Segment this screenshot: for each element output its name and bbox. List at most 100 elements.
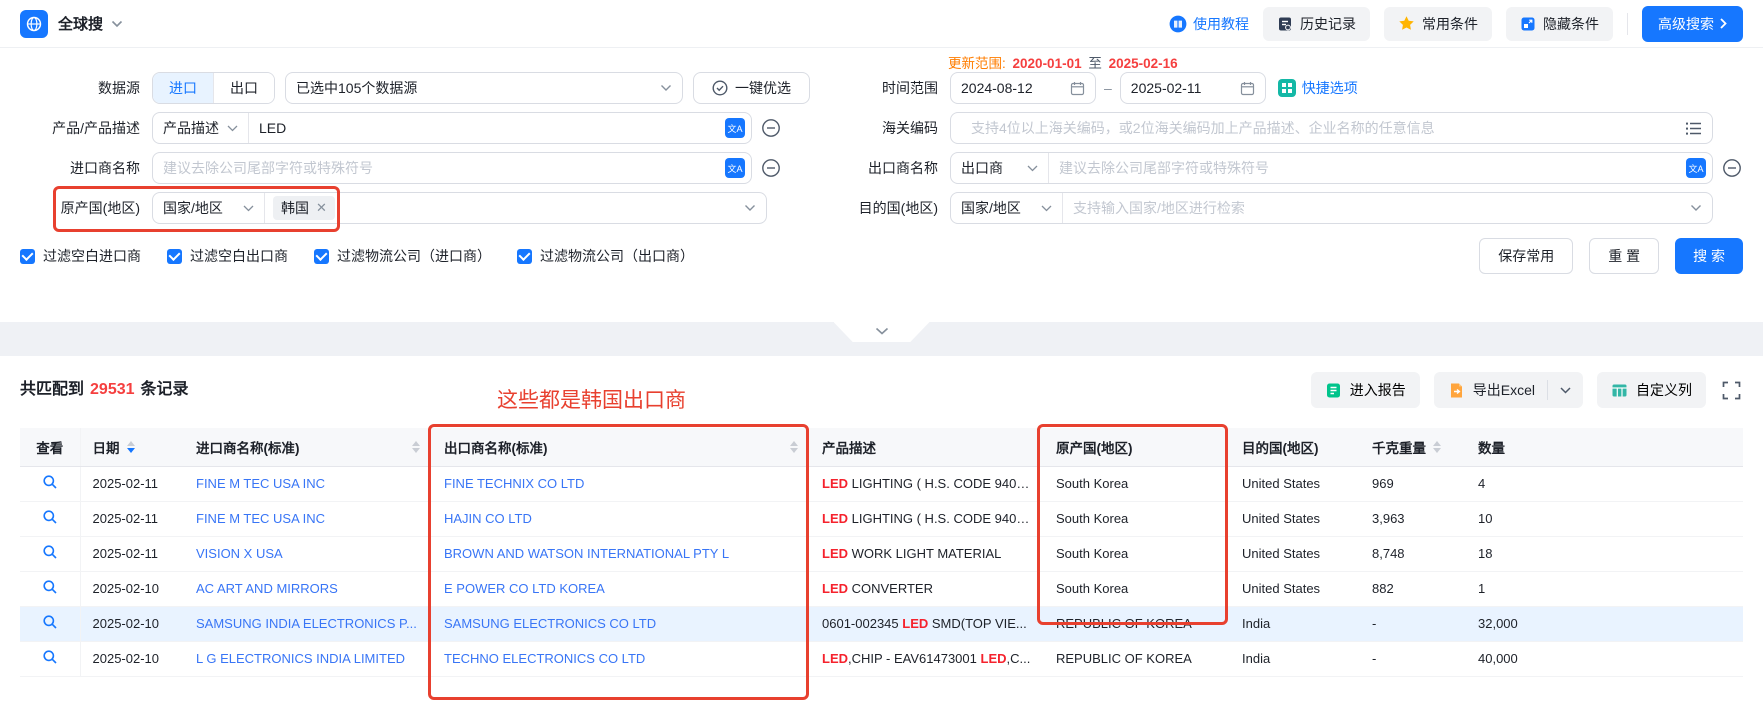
enter-report-button[interactable]: 进入报告 [1311,372,1420,408]
app-switch-chevron-down-icon[interactable] [111,20,123,28]
date-cell: 2025-02-11 [80,501,184,536]
advanced-search-button[interactable]: 高级搜索 [1642,6,1743,42]
chevron-down-icon [660,84,672,92]
form-actions: 保存常用 重 置 搜 索 [1479,238,1743,274]
view-record-button[interactable] [42,509,58,525]
tab-export[interactable]: 出口 [214,73,274,103]
customize-columns-button[interactable]: 自定义列 [1597,372,1706,408]
table-row: 2025-02-11VISION X USABROWN AND WATSON I… [20,536,1743,571]
chevron-down-icon [243,205,254,212]
hide-conditions-button[interactable]: 隐藏条件 [1506,7,1613,41]
exporter-link[interactable]: FINE TECHNIX CO LTD [444,476,584,491]
date-range-separator: – [1104,80,1112,96]
sort-icon[interactable] [412,441,420,453]
hscode-input[interactable] [961,113,1685,143]
favorite-conditions-button[interactable]: 常用条件 [1384,7,1492,41]
checkbox-filter-logistics-importer[interactable]: 过滤物流公司（进口商） [314,246,491,266]
destination-cell: United States [1230,571,1360,606]
chevron-down-icon [1027,165,1038,172]
reset-button[interactable]: 重 置 [1589,238,1659,274]
tab-import[interactable]: 进口 [153,73,213,103]
importer-input[interactable] [153,153,719,183]
history-label: 历史记录 [1300,14,1356,34]
remove-condition-icon[interactable] [760,117,782,139]
exporter-link[interactable]: E POWER CO LTD KOREA [444,581,605,596]
exporter-link[interactable]: TECHNO ELECTRONICS CO LTD [444,651,645,666]
view-record-button[interactable] [42,649,58,665]
datasource-select[interactable]: 已选中105个数据源 [285,72,683,104]
translate-icon[interactable]: 文A [725,118,745,138]
enter-report-label: 进入报告 [1350,380,1406,400]
fullscreen-icon[interactable] [1720,379,1743,402]
tutorial-link[interactable]: 使用教程 [1169,14,1249,34]
tutorial-label: 使用教程 [1193,14,1249,34]
view-cell [20,536,80,571]
remove-condition-icon[interactable] [760,157,782,179]
exporter-link[interactable]: SAMSUNG ELECTRONICS CO LTD [444,616,656,631]
sort-icon[interactable] [1433,441,1441,453]
header-date: 日期 [80,428,184,466]
weight-cell: - [1360,606,1466,641]
importer-link[interactable]: VISION X USA [196,546,283,561]
summary-prefix: 共匹配到 [20,381,84,398]
importer-link[interactable]: SAMSUNG INDIA ELECTRONICS P... [196,616,417,631]
columns-icon [1611,382,1628,399]
header-weight: 千克重量 [1360,428,1466,466]
origin-type-select[interactable]: 国家/地区 [153,193,265,223]
exporter-cell: HAJIN CO LTD [432,501,810,536]
importer-link[interactable]: FINE M TEC USA INC [196,511,325,526]
translate-icon[interactable]: 文A [725,158,745,178]
export-excel-split-button: 导出Excel [1434,372,1583,408]
exporter-combo: 出口商 文A [950,152,1713,184]
tag-close-icon[interactable]: ✕ [316,200,327,216]
filter-checkbox-row: 过滤空白进口商 过滤空白出口商 过滤物流公司（进口商） 过滤物流公司（出口商） … [20,238,1743,274]
view-record-button[interactable] [42,544,58,560]
header-destination: 目的国(地区) [1230,428,1360,466]
update-range-to: 至 [1088,56,1102,71]
importer-link[interactable]: AC ART AND MIRRORS [196,581,338,596]
checkbox-checked-icon [20,249,35,264]
search-button[interactable]: 搜 索 [1675,238,1743,274]
collapse-form-tab[interactable] [834,322,930,342]
view-record-button[interactable] [42,614,58,630]
export-excel-button[interactable]: 导出Excel [1434,380,1547,400]
exporter-link[interactable]: HAJIN CO LTD [444,511,532,526]
table-body: 2025-02-11 FINE M TEC USA INC FINE TECHNIX… [20,466,1743,676]
checkbox-filter-blank-exporter[interactable]: 过滤空白出口商 [167,246,288,266]
view-record-button[interactable] [42,579,58,595]
remove-condition-icon[interactable] [1721,157,1743,179]
product-cell: LED LIGHTING ( H.S. CODE 9405... [810,501,1044,536]
product-input[interactable] [249,113,719,143]
export-options-chevron-down-icon[interactable] [1548,372,1583,408]
product-type-select[interactable]: 产品描述 [153,113,249,143]
quick-select-button[interactable]: 一键优选 [693,72,810,104]
save-favorite-button[interactable]: 保存常用 [1479,238,1573,274]
sort-icon[interactable] [127,441,135,453]
destination-input[interactable] [1063,193,1690,223]
match-summary: 共匹配到29531条记录 [20,372,189,399]
translate-icon[interactable]: 文A [1686,158,1706,178]
exporter-link[interactable]: BROWN AND WATSON INTERNATIONAL PTY L [444,546,729,561]
checkbox-filter-blank-importer[interactable]: 过滤空白进口商 [20,246,141,266]
view-record-button[interactable] [42,474,58,490]
importer-link[interactable]: FINE M TEC USA INC [196,476,325,491]
date-start-input[interactable]: 2024-08-12 [950,72,1096,104]
results-toolbar: 进入报告 导出Excel 自定义列 [1311,372,1743,408]
update-range: 更新范围: 2020-01-01 至 2025-02-16 [948,52,1181,72]
chevron-down-icon [1690,204,1702,212]
hscode-list-icon[interactable] [1685,121,1702,136]
importer-label: 进口商名称 [20,158,152,178]
destination-type-select[interactable]: 国家/地区 [951,193,1063,223]
importer-link[interactable]: L G ELECTRONICS INDIA LIMITED [196,651,405,666]
exporter-type-select[interactable]: 出口商 [951,153,1049,183]
quick-options-link[interactable]: 快捷选项 [1278,78,1358,98]
results-panel: 共匹配到29531条记录 进入报告 导出Excel 自定义列 [0,356,1763,705]
exporter-input[interactable] [1049,153,1680,183]
chevron-down-icon [744,204,756,212]
history-button[interactable]: 历史记录 [1263,7,1370,41]
checkbox-checked-icon [314,249,329,264]
date-end-input[interactable]: 2025-02-11 [1120,72,1266,104]
date-cell: 2025-02-10 [80,606,184,641]
sort-icon[interactable] [790,441,798,453]
checkbox-filter-logistics-exporter[interactable]: 过滤物流公司（出口商） [517,246,694,266]
